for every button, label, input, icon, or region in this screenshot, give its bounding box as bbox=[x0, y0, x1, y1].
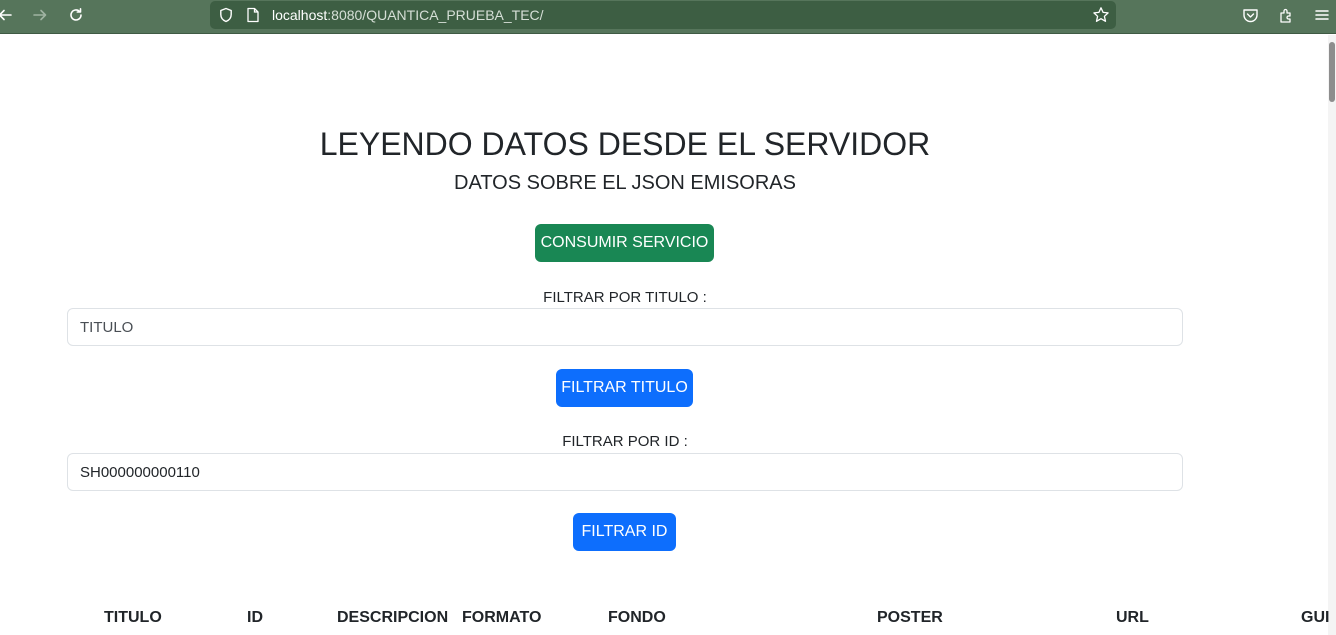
filter-title-button[interactable]: FILTRAR TITULO bbox=[556, 369, 693, 407]
scrollbar-thumb[interactable] bbox=[1329, 42, 1335, 102]
filter-id-button[interactable]: FILTRAR ID bbox=[573, 513, 676, 551]
url-bar[interactable]: localhost:8080/QUANTICA_PRUEBA_TEC/ bbox=[210, 1, 1116, 29]
extensions-icon[interactable] bbox=[1276, 5, 1296, 25]
back-icon[interactable] bbox=[0, 4, 18, 26]
pocket-icon[interactable] bbox=[1240, 5, 1260, 25]
shield-icon[interactable] bbox=[218, 7, 234, 28]
id-filter-input[interactable] bbox=[67, 453, 1183, 491]
filter-id-label: FILTRAR POR ID : bbox=[562, 433, 688, 450]
browser-toolbar: localhost:8080/QUANTICA_PRUEBA_TEC/ bbox=[0, 0, 1336, 34]
title-filter-input[interactable] bbox=[67, 308, 1183, 346]
url-path: :8080/QUANTICA_PRUEBA_TEC/ bbox=[327, 7, 544, 23]
table-header-id: ID bbox=[247, 609, 263, 626]
page-subtitle: DATOS SOBRE EL JSON EMISORAS bbox=[454, 172, 796, 194]
table-header-fondo: FONDO bbox=[608, 609, 666, 626]
star-icon[interactable] bbox=[1092, 6, 1110, 29]
url-host: localhost bbox=[272, 7, 328, 23]
page-icon bbox=[246, 7, 260, 28]
menu-icon[interactable] bbox=[1312, 5, 1332, 25]
table-header-formato: FORMATO bbox=[462, 609, 542, 626]
consume-service-button[interactable]: CONSUMIR SERVICIO bbox=[535, 224, 714, 262]
forward-icon[interactable] bbox=[27, 4, 53, 26]
table-header-poster: POSTER bbox=[877, 609, 943, 626]
reload-icon[interactable] bbox=[63, 4, 89, 26]
filter-title-label: FILTRAR POR TITULO : bbox=[543, 289, 707, 306]
url-text[interactable]: localhost:8080/QUANTICA_PRUEBA_TEC/ bbox=[272, 7, 544, 23]
page-title: LEYENDO DATOS DESDE EL SERVIDOR bbox=[319, 126, 931, 162]
table-header-gui: GUI bbox=[1301, 609, 1330, 626]
table-header-descripcion: DESCRIPCION bbox=[337, 609, 449, 626]
table-header-titulo: TITULO bbox=[104, 609, 162, 626]
scrollbar-track[interactable] bbox=[1328, 35, 1336, 635]
table-header-url: URL bbox=[1116, 609, 1149, 626]
